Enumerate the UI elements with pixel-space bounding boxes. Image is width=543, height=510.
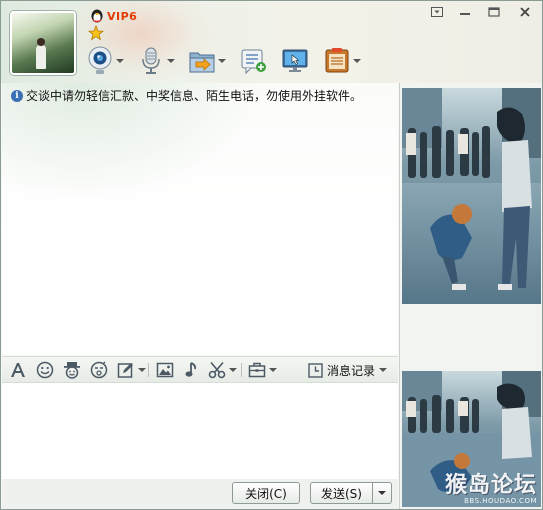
remote-desktop-icon (282, 49, 308, 72)
security-notice-text: 交谈中请勿轻信汇款、中奖信息、陌生电话，勿使用外挂软件。 (26, 89, 363, 103)
group-chat-button[interactable] (240, 45, 268, 77)
maximize-button[interactable] (482, 3, 506, 21)
file-transfer-button[interactable] (189, 45, 226, 77)
info-icon: i (11, 89, 23, 102)
star-icon (88, 25, 104, 41)
contact-avatar[interactable] (10, 11, 76, 75)
emoticon-button[interactable] (36, 361, 54, 379)
screenshot-dropdown-arrow[interactable] (229, 368, 237, 372)
vip-badge: VIP6 (107, 10, 138, 23)
contact-show-panel: 猴岛论坛 BBS.HOUDAO.COM (399, 83, 542, 509)
format-toolbar: 消息记录 (2, 356, 398, 383)
penguin-icon (91, 9, 103, 23)
app-box-dropdown-arrow[interactable] (353, 59, 361, 63)
chevron-down-icon (378, 491, 386, 495)
handwriting-button[interactable] (117, 361, 146, 379)
image-button[interactable] (156, 361, 174, 379)
app-box-icon (325, 48, 349, 73)
close-icon (520, 7, 530, 17)
screenshot-icon (208, 361, 226, 379)
magic-face-icon (64, 362, 80, 379)
watermark-main-text: 猴岛论坛 (444, 472, 537, 498)
skin-button[interactable] (425, 3, 449, 21)
contact-show-image-secondary: 猴岛论坛 BBS.HOUDAO.COM (402, 371, 541, 507)
avatar-figure (36, 38, 46, 69)
handwriting-dropdown-arrow[interactable] (138, 368, 146, 372)
app-box-button[interactable] (324, 45, 361, 77)
handwriting-icon (117, 363, 133, 378)
street-photo-graphic (402, 88, 541, 304)
close-button[interactable]: 关闭(C) (232, 482, 300, 504)
send-button[interactable]: 发送(S) (310, 482, 373, 504)
animation-face-icon (90, 361, 108, 379)
voice-button[interactable] (138, 45, 175, 77)
maximize-icon (488, 7, 500, 17)
format-divider (148, 363, 149, 377)
file-transfer-icon (189, 52, 215, 73)
animation-face-button[interactable] (90, 361, 108, 379)
voice-dropdown-arrow[interactable] (167, 59, 175, 63)
watermark-sub-text: BBS.HOUDAO.COM (464, 497, 537, 505)
skin-icon (431, 7, 443, 17)
minimize-button[interactable] (453, 3, 477, 21)
minimize-icon (460, 13, 470, 15)
toolbox-dropdown-arrow[interactable] (269, 368, 277, 372)
magic-face-button[interactable] (63, 361, 81, 379)
group-chat-icon (241, 49, 266, 75)
microphone-icon (142, 47, 160, 74)
webcam-dropdown-arrow[interactable] (116, 59, 124, 63)
emoticon-icon (36, 361, 54, 379)
close-window-button[interactable] (513, 3, 537, 21)
toolbox-icon (248, 362, 266, 378)
message-history-button[interactable]: 消息记录 (308, 361, 388, 379)
contact-show-image (402, 88, 541, 304)
font-button[interactable] (9, 361, 27, 379)
history-icon (308, 362, 323, 378)
message-display-area[interactable]: i 交谈中请勿轻信汇款、中奖信息、陌生电话，勿使用外挂软件。 (2, 83, 398, 355)
file-transfer-dropdown-arrow[interactable] (218, 59, 226, 63)
screenshot-button[interactable] (208, 361, 237, 379)
forum-watermark: 猴岛论坛 BBS.HOUDAO.COM (445, 473, 537, 505)
format-divider (241, 363, 242, 377)
message-input[interactable] (2, 383, 398, 479)
window-header: VIP6 (1, 1, 542, 83)
bottom-bar: 关闭(C) 发送(S) (2, 479, 398, 509)
webcam-icon (88, 46, 112, 74)
image-icon (156, 362, 174, 378)
font-icon (11, 363, 25, 377)
message-history-dropdown-arrow[interactable] (379, 368, 388, 372)
music-icon (185, 362, 197, 377)
security-notice: i 交谈中请勿轻信汇款、中奖信息、陌生电话，勿使用外挂软件。 (11, 87, 362, 104)
music-button[interactable] (183, 361, 201, 379)
send-options-button[interactable] (372, 482, 392, 504)
chat-window: VIP6 i 交谈中请勿轻信汇款、中奖信息、陌生电话，勿使用外挂软件。 消息记录… (0, 0, 543, 510)
toolbox-button[interactable] (248, 361, 277, 379)
webcam-button[interactable] (87, 45, 124, 77)
remote-desktop-button[interactable] (281, 45, 309, 77)
message-history-label: 消息记录 (327, 363, 376, 378)
